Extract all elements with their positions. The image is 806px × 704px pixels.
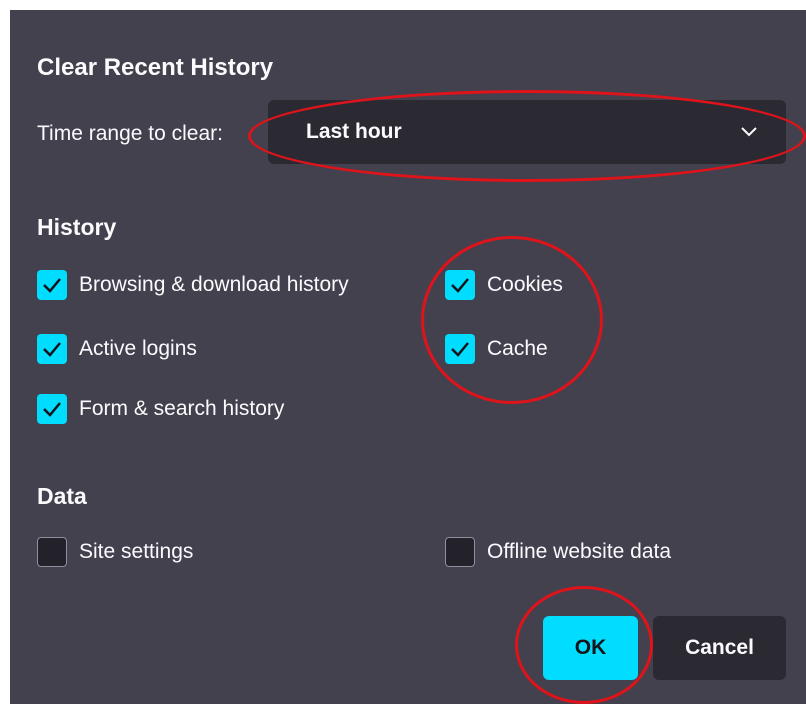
time-range-label: Time range to clear: xyxy=(37,122,223,145)
history-heading: History xyxy=(37,214,117,240)
checkbox-active-logins[interactable]: Active logins xyxy=(37,332,197,366)
checkbox-checked-icon xyxy=(37,270,67,300)
checkbox-offline-website-data[interactable]: Offline website data xyxy=(445,535,671,569)
chevron-down-icon xyxy=(738,120,760,142)
annotation-ellipse-cookies-cache xyxy=(421,236,603,404)
checkbox-label: Cache xyxy=(487,337,548,360)
checkbox-browsing-history[interactable]: Browsing & download history xyxy=(37,268,349,302)
checkbox-label: Cookies xyxy=(487,273,563,296)
checkbox-checked-icon xyxy=(37,394,67,424)
checkbox-label: Active logins xyxy=(79,337,197,360)
time-range-value: Last hour xyxy=(306,120,402,143)
clear-history-dialog: Clear Recent History Time range to clear… xyxy=(10,10,806,704)
checkbox-label: Offline website data xyxy=(487,540,672,563)
checkbox-unchecked-icon xyxy=(445,537,475,567)
data-heading: Data xyxy=(37,483,87,509)
ok-button[interactable]: OK xyxy=(543,616,638,680)
checkbox-cache[interactable]: Cache xyxy=(445,332,548,366)
checkbox-label: Site settings xyxy=(79,540,194,563)
checkbox-label: Browsing & download history xyxy=(79,273,349,296)
checkbox-checked-icon xyxy=(445,334,475,364)
checkbox-unchecked-icon xyxy=(37,537,67,567)
checkbox-form-search-history[interactable]: Form & search history xyxy=(37,392,284,426)
checkbox-label: Form & search history xyxy=(79,397,285,420)
checkbox-checked-icon xyxy=(37,334,67,364)
time-range-select[interactable]: Last hour xyxy=(268,100,786,164)
cancel-button[interactable]: Cancel xyxy=(653,616,786,680)
checkbox-cookies[interactable]: Cookies xyxy=(445,268,563,302)
checkbox-site-settings[interactable]: Site settings xyxy=(37,535,193,569)
checkbox-checked-icon xyxy=(445,270,475,300)
dialog-title: Clear Recent History xyxy=(37,54,274,81)
